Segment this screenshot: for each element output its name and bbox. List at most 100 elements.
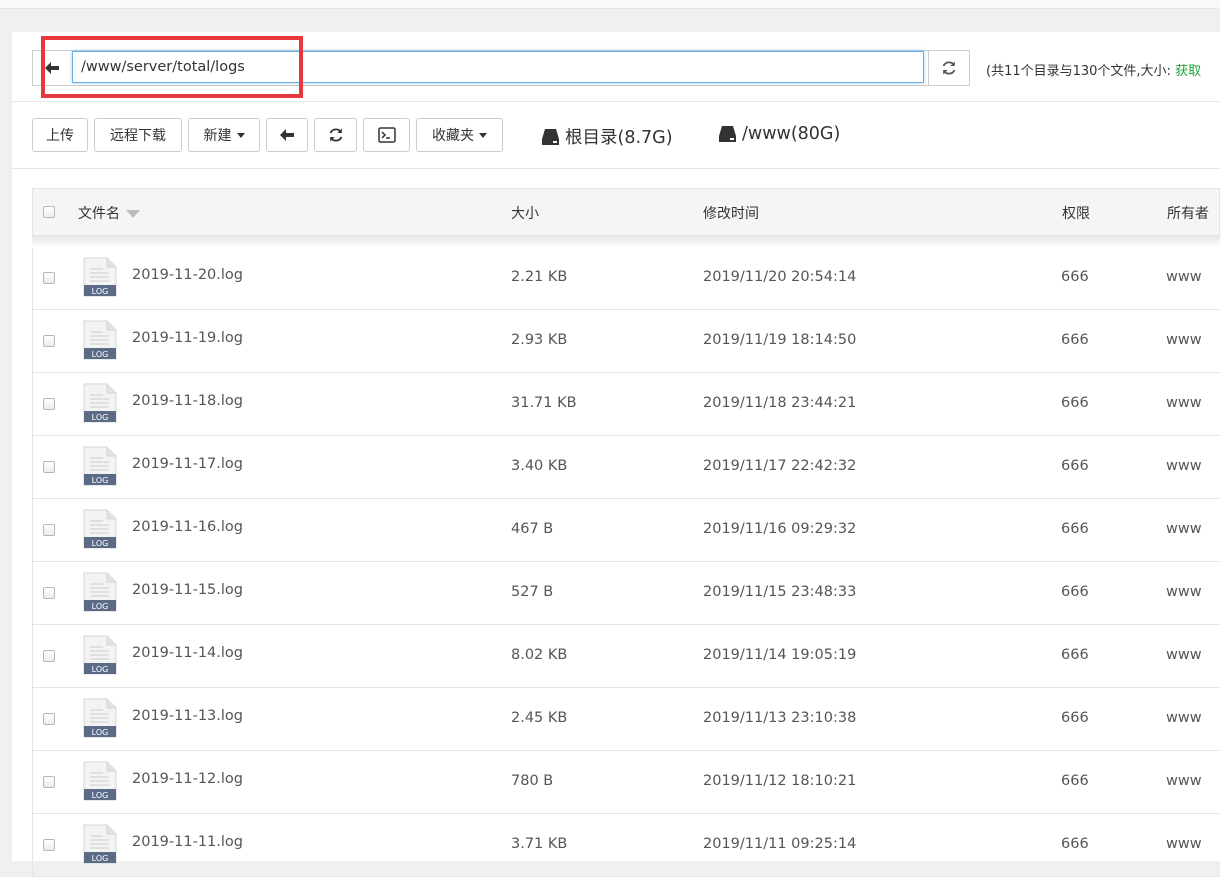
file-owner[interactable]: www bbox=[1166, 773, 1202, 789]
file-owner[interactable]: www bbox=[1166, 332, 1202, 348]
log-badge-text: LOG bbox=[92, 287, 109, 296]
table-row[interactable]: LOG 2019-11-20.log 2.21 KB 2019/11/20 20… bbox=[33, 247, 1220, 310]
path-input[interactable] bbox=[72, 51, 924, 83]
header-perm[interactable]: 权限 bbox=[1062, 203, 1090, 223]
row-checkbox[interactable] bbox=[43, 839, 55, 851]
refresh-button[interactable] bbox=[314, 118, 357, 152]
table-row[interactable]: LOG 2019-11-14.log 8.02 KB 2019/11/14 19… bbox=[33, 625, 1220, 688]
row-checkbox[interactable] bbox=[43, 587, 55, 599]
file-name[interactable]: 2019-11-20.log bbox=[132, 267, 243, 283]
terminal-button[interactable] bbox=[363, 118, 410, 152]
table-header: 文件名 大小 修改时间 权限 所有者 bbox=[32, 188, 1220, 235]
table-row[interactable]: LOG 2019-11-16.log 467 B 2019/11/16 09:2… bbox=[33, 499, 1220, 562]
file-size: 8.02 KB bbox=[511, 647, 568, 663]
file-name[interactable]: 2019-11-11.log bbox=[132, 834, 243, 850]
file-owner[interactable]: www bbox=[1166, 647, 1202, 663]
log-badge-text: LOG bbox=[92, 413, 109, 422]
log-file-icon: LOG bbox=[83, 509, 117, 549]
file-perm[interactable]: 666 bbox=[1061, 773, 1089, 789]
file-name[interactable]: 2019-11-19.log bbox=[132, 330, 243, 346]
log-file-icon: LOG bbox=[83, 761, 117, 801]
file-perm[interactable]: 666 bbox=[1061, 269, 1089, 285]
file-manager-panel: (共11个目录与130个文件,大小: 获取 上传 远程下载 新建 收藏夹 bbox=[12, 32, 1220, 877]
file-mtime: 2019/11/20 20:54:14 bbox=[703, 269, 857, 285]
file-perm[interactable]: 666 bbox=[1061, 395, 1089, 411]
log-file-icon: LOG bbox=[83, 572, 117, 612]
file-name[interactable]: 2019-11-18.log bbox=[132, 393, 243, 409]
remote-download-label: 远程下载 bbox=[110, 128, 166, 144]
file-perm[interactable]: 666 bbox=[1061, 836, 1089, 852]
table-row[interactable]: LOG 2019-11-19.log 2.93 KB 2019/11/19 18… bbox=[33, 310, 1220, 373]
file-mtime: 2019/11/14 19:05:19 bbox=[703, 647, 857, 663]
upload-label: 上传 bbox=[46, 128, 74, 144]
upload-button[interactable]: 上传 bbox=[32, 118, 88, 152]
file-name[interactable]: 2019-11-15.log bbox=[132, 582, 243, 598]
file-name[interactable]: 2019-11-17.log bbox=[132, 456, 243, 472]
file-owner[interactable]: www bbox=[1166, 521, 1202, 537]
select-all-checkbox[interactable] bbox=[43, 206, 55, 218]
log-badge-text: LOG bbox=[92, 476, 109, 485]
disk-root[interactable]: 根目录(8.7G) bbox=[542, 124, 673, 149]
hard-drive-icon bbox=[719, 126, 736, 142]
file-size: 3.40 KB bbox=[511, 458, 568, 474]
log-badge-text: LOG bbox=[92, 602, 109, 611]
row-checkbox[interactable] bbox=[43, 713, 55, 725]
file-mtime: 2019/11/12 18:10:21 bbox=[703, 773, 857, 789]
file-mtime: 2019/11/19 18:14:50 bbox=[703, 332, 857, 348]
header-owner[interactable]: 所有者 bbox=[1167, 203, 1209, 223]
row-checkbox[interactable] bbox=[43, 650, 55, 662]
file-size: 31.71 KB bbox=[511, 395, 577, 411]
row-checkbox[interactable] bbox=[43, 776, 55, 788]
new-dropdown-button[interactable]: 新建 bbox=[188, 118, 260, 152]
header-size[interactable]: 大小 bbox=[511, 203, 539, 223]
disk-www[interactable]: /www(80G) bbox=[719, 124, 840, 144]
remote-download-button[interactable]: 远程下载 bbox=[94, 118, 182, 152]
file-owner[interactable]: www bbox=[1166, 836, 1202, 852]
file-size: 467 B bbox=[511, 521, 554, 537]
header-mtime[interactable]: 修改时间 bbox=[703, 203, 759, 223]
file-owner[interactable]: www bbox=[1166, 458, 1202, 474]
file-perm[interactable]: 666 bbox=[1061, 710, 1089, 726]
row-checkbox[interactable] bbox=[43, 335, 55, 347]
path-refresh-button[interactable] bbox=[928, 51, 969, 85]
favorites-label: 收藏夹 bbox=[432, 128, 474, 144]
file-name[interactable]: 2019-11-13.log bbox=[132, 708, 243, 724]
table-row[interactable]: LOG 2019-11-13.log 2.45 KB 2019/11/13 23… bbox=[33, 688, 1220, 751]
file-mtime: 2019/11/13 23:10:38 bbox=[703, 710, 857, 726]
arrow-left-icon bbox=[45, 62, 59, 74]
file-owner[interactable]: www bbox=[1166, 710, 1202, 726]
file-size: 2.21 KB bbox=[511, 269, 568, 285]
back-button[interactable] bbox=[266, 118, 308, 152]
table-row[interactable]: LOG 2019-11-11.log 3.71 KB 2019/11/11 09… bbox=[33, 814, 1220, 877]
table-row[interactable]: LOG 2019-11-18.log 31.71 KB 2019/11/18 2… bbox=[33, 373, 1220, 436]
sort-desc-icon bbox=[126, 210, 140, 218]
file-name[interactable]: 2019-11-14.log bbox=[132, 645, 243, 661]
file-perm[interactable]: 666 bbox=[1061, 458, 1089, 474]
header-name[interactable]: 文件名 bbox=[78, 203, 140, 223]
table-row[interactable]: LOG 2019-11-17.log 3.40 KB 2019/11/17 22… bbox=[33, 436, 1220, 499]
file-size: 3.71 KB bbox=[511, 836, 568, 852]
file-perm[interactable]: 666 bbox=[1061, 332, 1089, 348]
path-back-button[interactable] bbox=[33, 51, 71, 85]
file-mtime: 2019/11/18 23:44:21 bbox=[703, 395, 857, 411]
file-mtime: 2019/11/11 09:25:14 bbox=[703, 836, 857, 852]
header-name-label: 文件名 bbox=[78, 206, 120, 222]
row-checkbox[interactable] bbox=[43, 272, 55, 284]
file-owner[interactable]: www bbox=[1166, 395, 1202, 411]
row-checkbox[interactable] bbox=[43, 398, 55, 410]
file-perm[interactable]: 666 bbox=[1061, 584, 1089, 600]
file-name[interactable]: 2019-11-16.log bbox=[132, 519, 243, 535]
file-owner[interactable]: www bbox=[1166, 269, 1202, 285]
get-size-link[interactable]: 获取 bbox=[1175, 64, 1201, 79]
file-name[interactable]: 2019-11-12.log bbox=[132, 771, 243, 787]
table-row[interactable]: LOG 2019-11-12.log 780 B 2019/11/12 18:1… bbox=[33, 751, 1220, 814]
table-row[interactable]: LOG 2019-11-15.log 527 B 2019/11/15 23:4… bbox=[33, 562, 1220, 625]
row-checkbox[interactable] bbox=[43, 524, 55, 536]
file-owner[interactable]: www bbox=[1166, 584, 1202, 600]
file-perm[interactable]: 666 bbox=[1061, 647, 1089, 663]
row-checkbox[interactable] bbox=[43, 461, 55, 473]
file-perm[interactable]: 666 bbox=[1061, 521, 1089, 537]
favorites-dropdown-button[interactable]: 收藏夹 bbox=[416, 118, 503, 152]
file-mtime: 2019/11/15 23:48:33 bbox=[703, 584, 857, 600]
table-body: LOG 2019-11-20.log 2.21 KB 2019/11/20 20… bbox=[32, 247, 1220, 877]
